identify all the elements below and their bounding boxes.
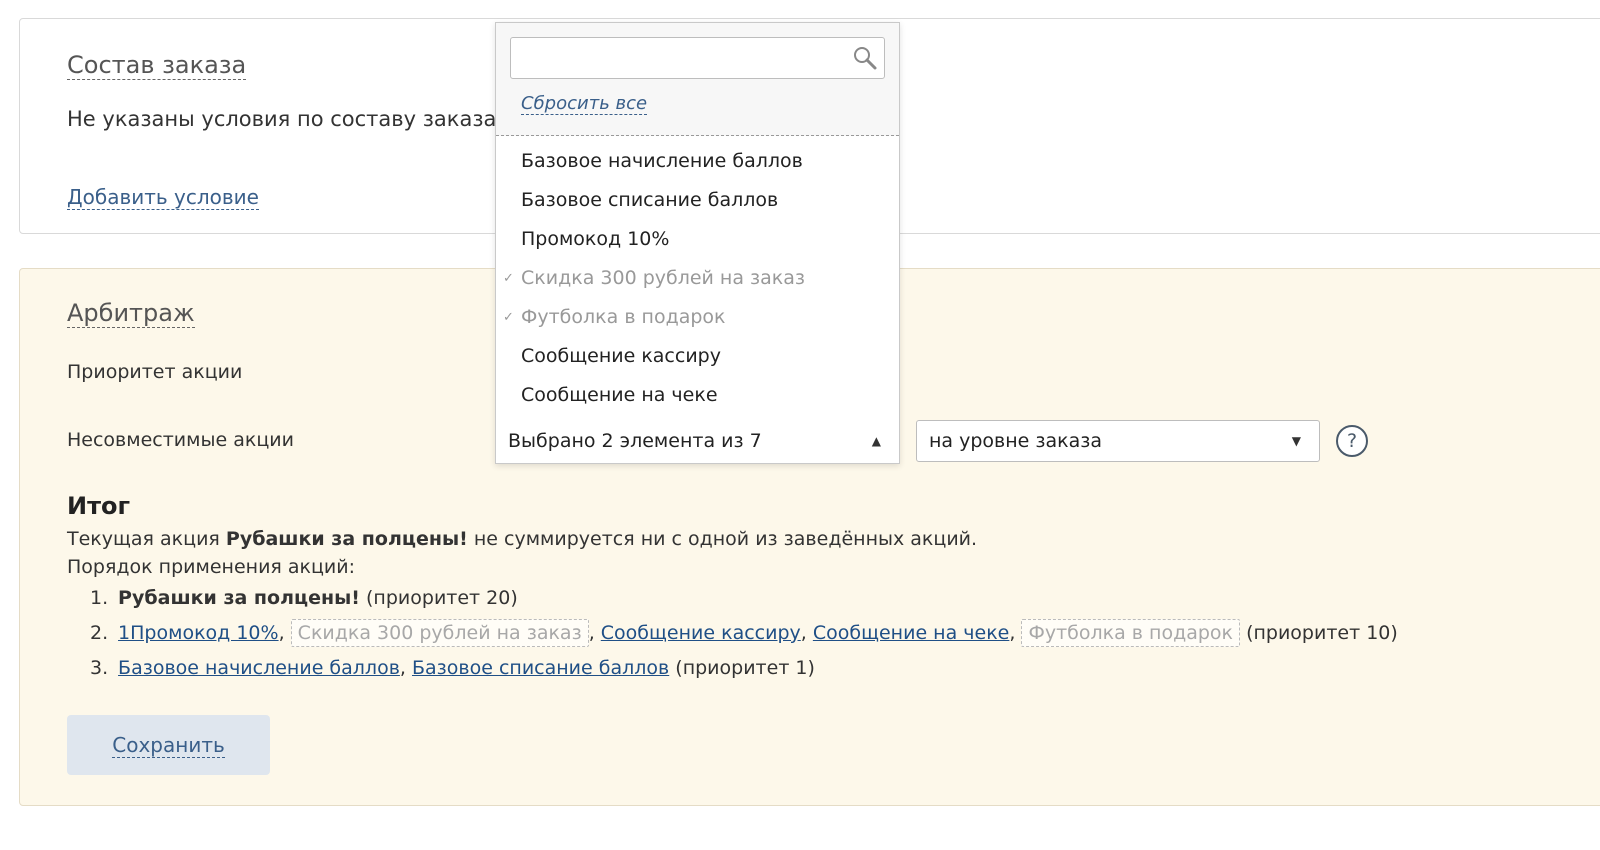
- promo-name: Рубашки за полцены!: [118, 587, 360, 609]
- selected-summary: Выбрано 2 элемента из 7: [508, 430, 762, 452]
- dropdown-option[interactable]: Сообщение кассиру: [496, 337, 899, 376]
- dropdown-header: Сбросить все: [496, 23, 899, 136]
- search-icon[interactable]: [852, 45, 878, 71]
- check-icon: ✓: [503, 271, 514, 286]
- level-select-value: на уровне заказа: [929, 430, 1102, 452]
- priority-label: Приоритет акции: [67, 361, 243, 383]
- promo-link[interactable]: Базовое начисление баллов: [118, 657, 400, 679]
- arbitrage-title: Арбитраж: [67, 299, 195, 328]
- disabled-promo-chip: Футболка в подарок: [1021, 619, 1241, 647]
- add-condition-link[interactable]: Добавить условие: [67, 183, 259, 211]
- dropdown-option[interactable]: Промокод 10%: [496, 220, 899, 259]
- dropdown-option[interactable]: ✓ Футболка в подарок: [496, 298, 899, 337]
- promo-link[interactable]: Базовое списание баллов: [412, 657, 669, 679]
- result-heading: Итог: [67, 492, 131, 520]
- dropdown-option-label: Футболка в подарок: [521, 306, 726, 328]
- list-item: 1. Рубашки за полцены! (приоритет 20): [90, 587, 518, 609]
- dropdown-option-label: Базовое начисление баллов: [521, 150, 803, 172]
- list-item: 2. 1Промокод 10%, Скидка 300 рублей на з…: [90, 616, 1398, 651]
- application-order-list: 1. Рубашки за полцены! (приоритет 20) 2.…: [90, 581, 1398, 686]
- caret-down-icon: ▼: [1291, 434, 1301, 448]
- help-icon[interactable]: ?: [1336, 425, 1368, 457]
- application-order-label: Порядок применения акций:: [67, 556, 356, 578]
- disabled-promo-chip: Скидка 300 рублей на заказ: [290, 619, 589, 647]
- promo-link[interactable]: Сообщение на чеке: [813, 622, 1010, 644]
- order-composition-title: Состав заказа: [67, 51, 247, 80]
- dropdown-option-label: Базовое списание баллов: [521, 189, 779, 211]
- incompatible-promos-dropdown[interactable]: Сбросить все Базовое начисление баллов Ба…: [495, 22, 900, 464]
- dropdown-option-label: Скидка 300 рублей на заказ: [521, 267, 806, 289]
- incompatible-promos-label: Несовместимые акции: [67, 429, 294, 451]
- dropdown-options: Базовое начисление баллов Базовое списани…: [496, 142, 899, 415]
- caret-up-icon: ▲: [871, 434, 881, 448]
- reset-all-link[interactable]: Сбросить все: [521, 93, 648, 115]
- dropdown-toggle[interactable]: Выбрано 2 элемента из 7 ▲: [496, 421, 899, 463]
- dropdown-option-label: Сообщение кассиру: [521, 345, 721, 367]
- check-icon: ✓: [503, 310, 514, 325]
- order-empty-text: Не указаны условия по составу заказа: [67, 107, 497, 131]
- dropdown-option-label: Промокод 10%: [521, 228, 670, 250]
- dropdown-option[interactable]: Базовое списание баллов: [496, 181, 899, 220]
- dropdown-option-label: Сообщение на чеке: [521, 384, 718, 406]
- search-input[interactable]: [510, 37, 885, 79]
- dropdown-option[interactable]: ✓ Скидка 300 рублей на заказ: [496, 259, 899, 298]
- dropdown-option[interactable]: Сообщение на чеке: [496, 376, 899, 415]
- level-select[interactable]: на уровне заказа ▼: [916, 420, 1320, 462]
- list-item: 3. Базовое начисление баллов, Базовое сп…: [90, 657, 815, 679]
- save-button[interactable]: Сохранить: [67, 715, 270, 775]
- promo-link[interactable]: Сообщение кассиру: [601, 622, 801, 644]
- dropdown-option[interactable]: Базовое начисление баллов: [496, 142, 899, 181]
- current-promo-name: Рубашки за полцены!: [225, 528, 468, 550]
- result-text: Текущая акция Рубашки за полцены! не сум…: [67, 528, 978, 550]
- promo-link[interactable]: 1Промокод 10%: [118, 622, 279, 644]
